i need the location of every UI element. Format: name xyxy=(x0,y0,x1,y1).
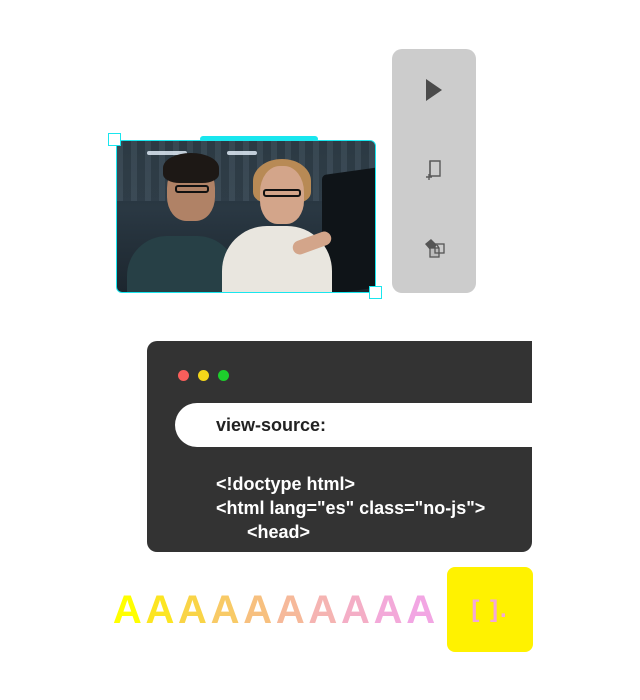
selected-photo[interactable] xyxy=(116,140,376,293)
resize-page-icon xyxy=(426,160,441,180)
specimen-letter: A xyxy=(373,588,403,632)
specimen-letter: A xyxy=(308,588,338,632)
photo-scene xyxy=(117,141,375,292)
cursor-icon xyxy=(426,79,442,101)
specimen-letter: A xyxy=(406,588,436,632)
window-maximize-dot[interactable] xyxy=(218,370,229,381)
brand-badge: [ ]. xyxy=(447,567,533,652)
address-text: view-source: xyxy=(216,415,327,435)
specimen-letter: A xyxy=(178,588,207,632)
window-close-dot[interactable] xyxy=(178,370,189,381)
resize-handle-bottom-right[interactable] xyxy=(369,286,382,299)
brand-mark: [ ]. xyxy=(471,595,509,623)
code-line: <html lang="es" class="no-js"> xyxy=(216,498,486,518)
resize-tool-button[interactable] xyxy=(418,155,450,187)
specimen-letter: A xyxy=(243,588,273,632)
window-minimize-dot[interactable] xyxy=(198,370,209,381)
specimen-letter: A xyxy=(210,588,240,632)
resize-handle-top-left[interactable] xyxy=(108,133,121,146)
specimen-letter: A xyxy=(341,588,370,632)
address-bar[interactable]: view-source: xyxy=(175,403,532,447)
code-line: <head> xyxy=(247,522,311,542)
cursor-tool-button[interactable] xyxy=(418,74,450,106)
fill-tool-button[interactable] xyxy=(418,233,450,265)
specimen-letter: A xyxy=(145,588,175,632)
code-window: view-source: <!doctype html> <html lang=… xyxy=(147,341,532,552)
specimen-letter: A xyxy=(275,588,305,632)
code-line: <!doctype html> xyxy=(216,474,356,494)
type-specimen: AAAAAAAAAA xyxy=(111,588,437,632)
tool-panel xyxy=(392,49,476,293)
specimen-letter: A xyxy=(112,588,142,632)
paint-bucket-icon xyxy=(425,239,445,258)
